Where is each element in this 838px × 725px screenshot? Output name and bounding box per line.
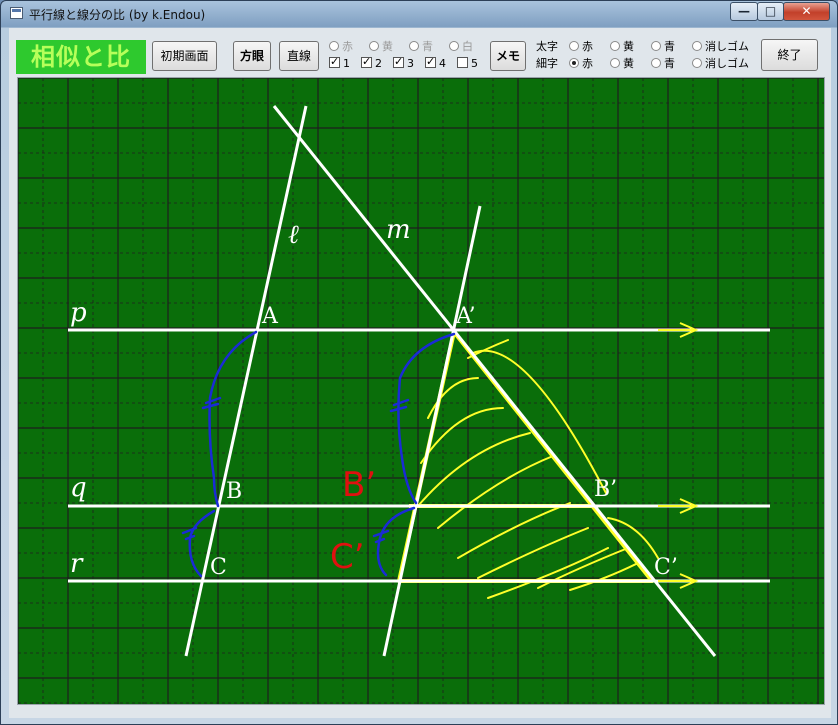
thin-pen-red[interactable]: 赤 bbox=[569, 57, 593, 71]
app-logo: 相似と比 bbox=[16, 40, 146, 74]
label-m: m bbox=[386, 215, 411, 245]
label-b2: B’ bbox=[594, 477, 617, 502]
line-color-blue-label: 青 bbox=[422, 40, 433, 53]
line-check-2[interactable]: 2 bbox=[361, 55, 382, 71]
radio-icon bbox=[651, 41, 661, 51]
radio-icon bbox=[692, 58, 702, 68]
checkbox-icon bbox=[393, 55, 404, 69]
line-color-red[interactable]: 赤 bbox=[329, 40, 353, 54]
label-b: B bbox=[226, 479, 242, 504]
checkbox-icon bbox=[361, 55, 372, 69]
grid-button[interactable]: 方眼 bbox=[233, 41, 271, 71]
checkbox-icon bbox=[457, 57, 468, 68]
maximize-icon: □ bbox=[764, 4, 777, 18]
radio-icon bbox=[449, 41, 459, 51]
line-color-red-label: 赤 bbox=[342, 40, 353, 53]
thin-pen-red-label: 赤 bbox=[582, 57, 593, 70]
line-check-1[interactable]: 1 bbox=[329, 55, 350, 71]
label-c2: C’ bbox=[654, 555, 678, 580]
thin-pen-label: 細字 bbox=[536, 57, 558, 70]
app-window: 平行線と線分の比 (by k.Endou) — □ ✕ 相似と比 初期画面 方眼… bbox=[0, 0, 838, 725]
line-check-1-label: 1 bbox=[343, 57, 350, 70]
thin-pen-yellow[interactable]: 黄 bbox=[610, 57, 634, 71]
line-color-white[interactable]: 白 bbox=[449, 40, 473, 54]
line-check-5-label: 5 bbox=[471, 57, 478, 70]
thin-pen-yellow-label: 黄 bbox=[623, 57, 634, 70]
red-note-c: C’ bbox=[330, 537, 365, 577]
line-color-white-label: 白 bbox=[462, 40, 473, 53]
thin-pen-blue[interactable]: 青 bbox=[651, 57, 675, 71]
board-background bbox=[18, 78, 824, 704]
label-l: ℓ bbox=[288, 220, 299, 250]
thick-pen-red-label: 赤 bbox=[582, 40, 593, 53]
line-check-4-label: 4 bbox=[439, 57, 446, 70]
red-note-b: B’ bbox=[342, 465, 376, 505]
thin-pen-blue-label: 青 bbox=[664, 57, 675, 70]
window-title: 平行線と線分の比 (by k.Endou) bbox=[29, 8, 206, 22]
thick-pen-yellow-label: 黄 bbox=[623, 40, 634, 53]
app-icon bbox=[10, 7, 23, 19]
thin-pen-eraser[interactable]: 消しゴム bbox=[692, 57, 749, 71]
line-check-4[interactable]: 4 bbox=[425, 55, 446, 71]
line-color-blue[interactable]: 青 bbox=[409, 40, 433, 54]
label-c: C bbox=[210, 555, 227, 580]
radio-icon bbox=[329, 41, 339, 51]
title-bar[interactable]: 平行線と線分の比 (by k.Endou) — □ ✕ bbox=[1, 1, 837, 27]
radio-icon bbox=[610, 58, 620, 68]
memo-button[interactable]: メモ bbox=[490, 41, 526, 71]
minimize-icon: — bbox=[738, 4, 750, 18]
reset-button[interactable]: 初期画面 bbox=[152, 41, 217, 71]
board-svg[interactable]: A B C A’ B’ C’ p q r ℓ m B’ C’ bbox=[18, 78, 824, 704]
radio-icon bbox=[651, 58, 661, 68]
label-a: A bbox=[261, 304, 279, 329]
close-icon: ✕ bbox=[801, 4, 812, 18]
minimize-button[interactable]: — bbox=[730, 2, 758, 21]
line-check-5[interactable]: 5 bbox=[457, 57, 478, 71]
thick-pen-blue-label: 青 bbox=[664, 40, 675, 53]
label-p: p bbox=[70, 298, 87, 328]
line-color-yellow[interactable]: 黄 bbox=[369, 40, 393, 54]
maximize-button[interactable]: □ bbox=[757, 2, 784, 21]
radio-icon bbox=[569, 58, 579, 68]
line-button[interactable]: 直線 bbox=[279, 41, 319, 71]
radio-icon bbox=[409, 41, 419, 51]
label-r: r bbox=[70, 549, 84, 579]
checkbox-icon bbox=[425, 55, 436, 69]
label-a2: A’ bbox=[455, 304, 476, 329]
radio-icon bbox=[369, 41, 379, 51]
line-check-3-label: 3 bbox=[407, 57, 414, 70]
thick-pen-eraser-label: 消しゴム bbox=[705, 40, 749, 53]
line-check-2-label: 2 bbox=[375, 57, 382, 70]
radio-icon bbox=[610, 41, 620, 51]
thick-pen-red[interactable]: 赤 bbox=[569, 40, 593, 54]
line-check-3[interactable]: 3 bbox=[393, 55, 414, 71]
thin-pen-eraser-label: 消しゴム bbox=[705, 57, 749, 70]
radio-icon bbox=[569, 41, 579, 51]
close-button[interactable]: ✕ bbox=[783, 2, 830, 21]
thick-pen-eraser[interactable]: 消しゴム bbox=[692, 40, 749, 54]
thick-pen-label: 太字 bbox=[536, 40, 558, 53]
checkbox-icon bbox=[329, 55, 340, 69]
client-area: 相似と比 初期画面 方眼 直線 赤 黄 青 白 1 2 3 4 5 メモ 太字 … bbox=[9, 28, 831, 718]
label-q: q bbox=[70, 473, 87, 503]
line-color-yellow-label: 黄 bbox=[382, 40, 393, 53]
radio-icon bbox=[692, 41, 702, 51]
drawing-board[interactable]: A B C A’ B’ C’ p q r ℓ m B’ C’ bbox=[17, 77, 825, 705]
thick-pen-blue[interactable]: 青 bbox=[651, 40, 675, 54]
exit-button[interactable]: 終了 bbox=[761, 39, 818, 71]
thick-pen-yellow[interactable]: 黄 bbox=[610, 40, 634, 54]
